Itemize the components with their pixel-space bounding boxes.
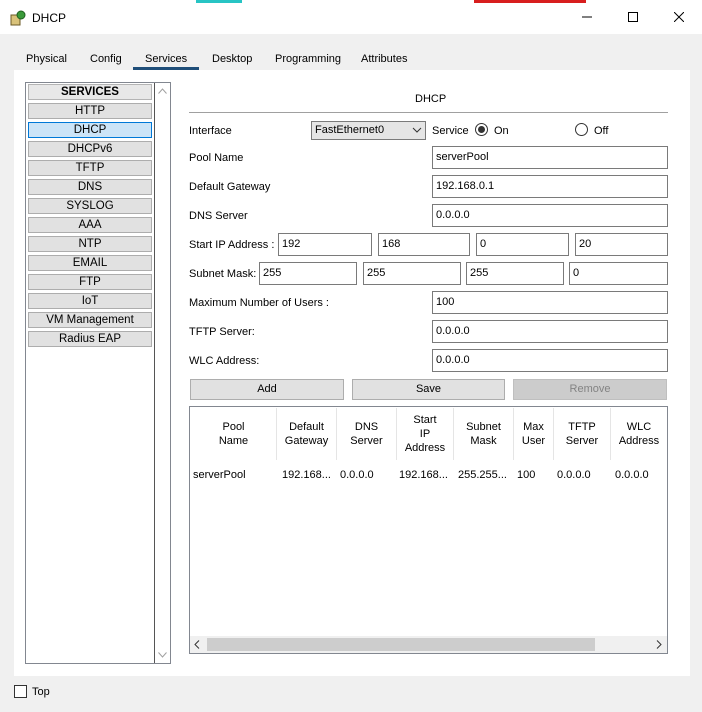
scrollbar-thumb[interactable]	[207, 638, 595, 651]
max-users-label: Maximum Number of Users :	[189, 297, 329, 309]
column-header-wlc-address[interactable]: WLC Address	[611, 408, 667, 460]
tab-desktop[interactable]: Desktop	[206, 52, 258, 70]
top-checkbox-label: Top	[32, 686, 50, 698]
max-users-input[interactable]: 100	[432, 291, 668, 314]
maximize-icon	[628, 12, 638, 22]
service-item-tftp[interactable]: TFTP	[28, 160, 152, 176]
table-cell-subnet-mask[interactable]: 255.255...	[458, 469, 507, 481]
column-header-default-gateway[interactable]: Default Gateway	[277, 408, 337, 460]
service-item-radius-eap[interactable]: Radius EAP	[28, 331, 152, 347]
service-item-email[interactable]: EMAIL	[28, 255, 152, 271]
pool-name-input[interactable]: serverPool	[432, 146, 668, 169]
subnet-mask-octet-1[interactable]: 255	[259, 262, 357, 285]
service-label: Service	[432, 125, 469, 137]
column-header-max-user[interactable]: Max User	[514, 408, 554, 460]
wlc-address-input[interactable]: 0.0.0.0	[432, 349, 668, 372]
start-ip-octet-3[interactable]: 0	[476, 233, 569, 256]
section-title: DHCP	[415, 93, 447, 105]
minimize-icon	[582, 16, 592, 18]
table-cell-pool-name[interactable]: serverPool	[193, 469, 246, 481]
close-button[interactable]	[656, 0, 702, 34]
tab-attributes[interactable]: Attributes	[355, 52, 413, 70]
interface-label: Interface	[189, 125, 232, 137]
tab-config[interactable]: Config	[84, 52, 128, 70]
minimize-button[interactable]	[564, 0, 610, 34]
service-item-dhcp[interactable]: DHCP	[28, 122, 152, 138]
dhcp-app-icon	[10, 10, 26, 26]
tab-physical[interactable]: Physical	[20, 52, 73, 70]
section-divider	[189, 112, 668, 113]
column-header-start-ip[interactable]: Start IP Address	[397, 408, 454, 460]
maximize-button[interactable]	[610, 0, 656, 34]
tab-programming[interactable]: Programming	[269, 52, 347, 70]
table-cell-start-ip[interactable]: 192.168...	[399, 469, 448, 481]
window-title: DHCP	[32, 11, 67, 25]
service-item-vm-management[interactable]: VM Management	[28, 312, 152, 328]
column-header-subnet-mask[interactable]: Subnet Mask	[454, 408, 514, 460]
table-cell-wlc-address[interactable]: 0.0.0.0	[615, 469, 649, 481]
service-off-radio[interactable]	[575, 123, 588, 136]
remove-button[interactable]: Remove	[513, 379, 667, 400]
service-item-aaa[interactable]: AAA	[28, 217, 152, 233]
service-on-radio[interactable]	[475, 123, 488, 136]
chevron-right-icon[interactable]	[656, 640, 662, 649]
chevron-left-icon[interactable]	[194, 640, 200, 649]
subnet-mask-label: Subnet Mask:	[189, 268, 257, 280]
service-off-label: Off	[594, 125, 609, 137]
chevron-down-icon	[412, 127, 422, 133]
subnet-mask-octet-4[interactable]: 0	[569, 262, 668, 285]
pool-name-label: Pool Name	[189, 152, 244, 164]
service-item-ftp[interactable]: FTP	[28, 274, 152, 290]
table-cell-default-gateway[interactable]: 192.168...	[282, 469, 331, 481]
dns-server-label: DNS Server	[189, 210, 248, 222]
wlc-address-label: WLC Address:	[189, 355, 260, 367]
interface-select[interactable]: FastEthernet0	[311, 121, 426, 140]
default-gateway-input[interactable]: 192.168.0.1	[432, 175, 668, 198]
add-button[interactable]: Add	[190, 379, 344, 400]
service-item-iot[interactable]: IoT	[28, 293, 152, 309]
tftp-server-label: TFTP Server:	[189, 326, 255, 338]
column-header-pool-name[interactable]: Pool Name	[191, 408, 277, 460]
service-item-dhcpv6[interactable]: DHCPv6	[28, 141, 152, 157]
background-artifact	[196, 0, 242, 3]
chevron-up-icon[interactable]	[158, 88, 167, 94]
services-header: SERVICES	[28, 84, 152, 100]
subnet-mask-octet-3[interactable]: 255	[466, 262, 564, 285]
start-ip-octet-2[interactable]: 168	[378, 233, 470, 256]
save-button[interactable]: Save	[352, 379, 505, 400]
tftp-server-input[interactable]: 0.0.0.0	[432, 320, 668, 343]
close-icon	[674, 12, 684, 22]
default-gateway-label: Default Gateway	[189, 181, 271, 193]
top-checkbox[interactable]	[14, 685, 27, 698]
service-item-ntp[interactable]: NTP	[28, 236, 152, 252]
service-item-http[interactable]: HTTP	[28, 103, 152, 119]
table-cell-max-user[interactable]: 100	[517, 469, 535, 481]
dns-server-input[interactable]: 0.0.0.0	[432, 204, 668, 227]
subnet-mask-octet-2[interactable]: 255	[363, 262, 461, 285]
start-ip-octet-4[interactable]: 20	[575, 233, 668, 256]
column-header-tftp-server[interactable]: TFTP Server	[554, 408, 611, 460]
background-artifact	[474, 0, 586, 3]
services-scrollbar[interactable]	[155, 83, 170, 663]
table-cell-dns-server[interactable]: 0.0.0.0	[340, 469, 374, 481]
service-item-syslog[interactable]: SYSLOG	[28, 198, 152, 214]
column-header-dns-server[interactable]: DNS Server	[337, 408, 397, 460]
service-on-label: On	[494, 125, 509, 137]
interface-select-value: FastEthernet0	[315, 124, 385, 136]
table-cell-tftp-server[interactable]: 0.0.0.0	[557, 469, 591, 481]
start-ip-label: Start IP Address :	[189, 239, 275, 251]
start-ip-octet-1[interactable]: 192	[278, 233, 372, 256]
chevron-down-icon[interactable]	[158, 652, 167, 658]
service-item-dns[interactable]: DNS	[28, 179, 152, 195]
